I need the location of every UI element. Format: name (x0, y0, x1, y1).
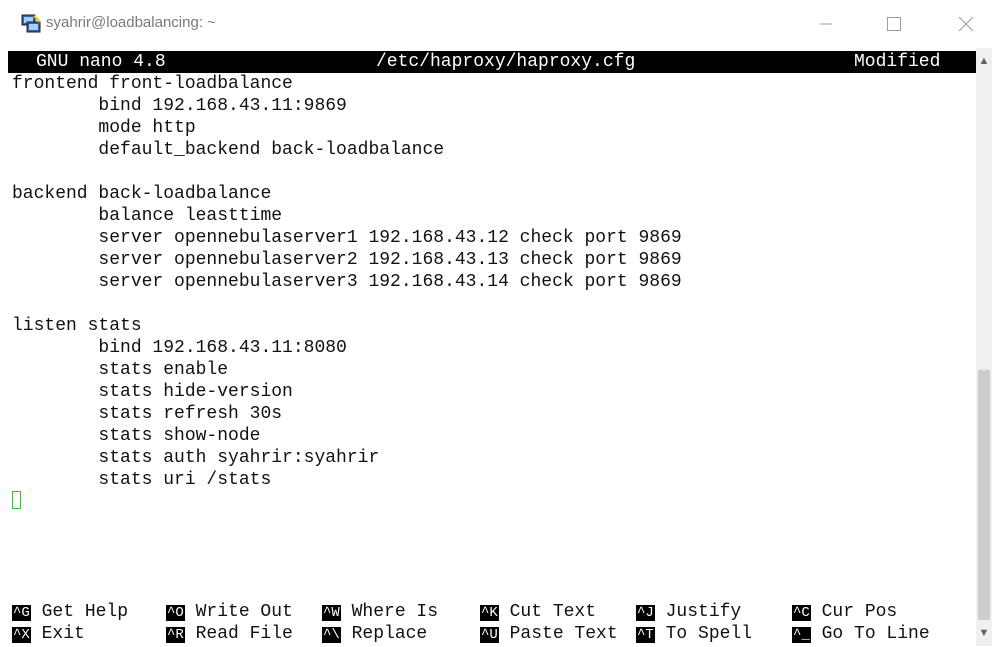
nano-header: GNU nano 4.8 /etc/haproxy/haproxy.cfg Mo… (8, 51, 976, 73)
shortcut-to-spell[interactable]: ^T To Spell (636, 623, 752, 645)
buffer-line: stats show-node (12, 426, 261, 446)
buffer-line: default_backend back-loadbalance (12, 140, 445, 160)
shortcut-bar: ^G Get Help ^O Write Out ^W Where Is ^K … (8, 601, 976, 647)
file-path: /etc/haproxy/haproxy.cfg (376, 52, 636, 72)
close-button[interactable] (952, 10, 980, 38)
shortcut-replace[interactable]: ^\ Replace (322, 623, 427, 645)
scroll-down-icon[interactable]: ▼ (976, 624, 992, 642)
shortcut-write-out[interactable]: ^O Write Out (166, 601, 293, 623)
buffer-line: stats hide-version (12, 382, 293, 402)
buffer-line: server opennebulaserver2 192.168.43.13 c… (12, 250, 682, 270)
shortcut-justify[interactable]: ^J Justify (636, 601, 741, 623)
buffer-line (12, 293, 682, 315)
text-cursor (12, 491, 21, 509)
modified-status: Modified (854, 52, 941, 72)
scroll-thumb[interactable] (978, 370, 990, 620)
editor-buffer[interactable]: frontend front-loadbalance bind 192.168.… (12, 73, 682, 491)
buffer-line: server opennebulaserver1 192.168.43.12 c… (12, 228, 682, 248)
putty-icon[interactable] (20, 12, 42, 34)
minimize-button[interactable] (812, 10, 840, 38)
buffer-line: listen stats (12, 316, 142, 336)
shortcut-exit[interactable]: ^X Exit (12, 623, 85, 645)
maximize-button[interactable] (880, 10, 908, 38)
title-bar: syahrir@loadbalancing: ~ (0, 0, 992, 48)
terminal[interactable]: GNU nano 4.8 /etc/haproxy/haproxy.cfg Mo… (8, 48, 976, 646)
buffer-line: bind 192.168.43.11:9869 (12, 96, 347, 116)
buffer-line (12, 161, 682, 183)
buffer-line: stats enable (12, 360, 229, 380)
close-icon (958, 16, 974, 32)
buffer-line: backend back-loadbalance (12, 184, 272, 204)
buffer-line: stats uri /stats (12, 470, 272, 490)
shortcut-get-help[interactable]: ^G Get Help (12, 601, 128, 623)
buffer-line: server opennebulaserver3 192.168.43.14 c… (12, 272, 682, 292)
minimize-icon (820, 23, 832, 25)
scroll-up-icon[interactable]: ▲ (976, 52, 992, 70)
shortcut-cur-pos[interactable]: ^C Cur Pos (792, 601, 897, 623)
shortcut-cut-text[interactable]: ^K Cut Text (480, 601, 596, 623)
shortcut-go-to-line[interactable]: ^_ Go To Line (792, 623, 930, 645)
buffer-line: frontend front-loadbalance (12, 74, 293, 94)
buffer-line: balance leasttime (12, 206, 283, 226)
nano-version: GNU nano 4.8 (36, 52, 166, 72)
shortcut-where-is[interactable]: ^W Where Is (322, 601, 438, 623)
buffer-line: bind 192.168.43.11:8080 (12, 338, 347, 358)
buffer-line: mode http (12, 118, 196, 138)
window-title: syahrir@loadbalancing: ~ (46, 14, 216, 31)
shortcut-paste-text[interactable]: ^U Paste Text (480, 623, 618, 645)
shortcut-read-file[interactable]: ^R Read File (166, 623, 293, 645)
buffer-line: stats auth syahrir:syahrir (12, 448, 380, 468)
vertical-scrollbar[interactable]: ▲ ▼ (976, 48, 992, 646)
buffer-line: stats refresh 30s (12, 404, 283, 424)
maximize-icon (887, 17, 901, 31)
